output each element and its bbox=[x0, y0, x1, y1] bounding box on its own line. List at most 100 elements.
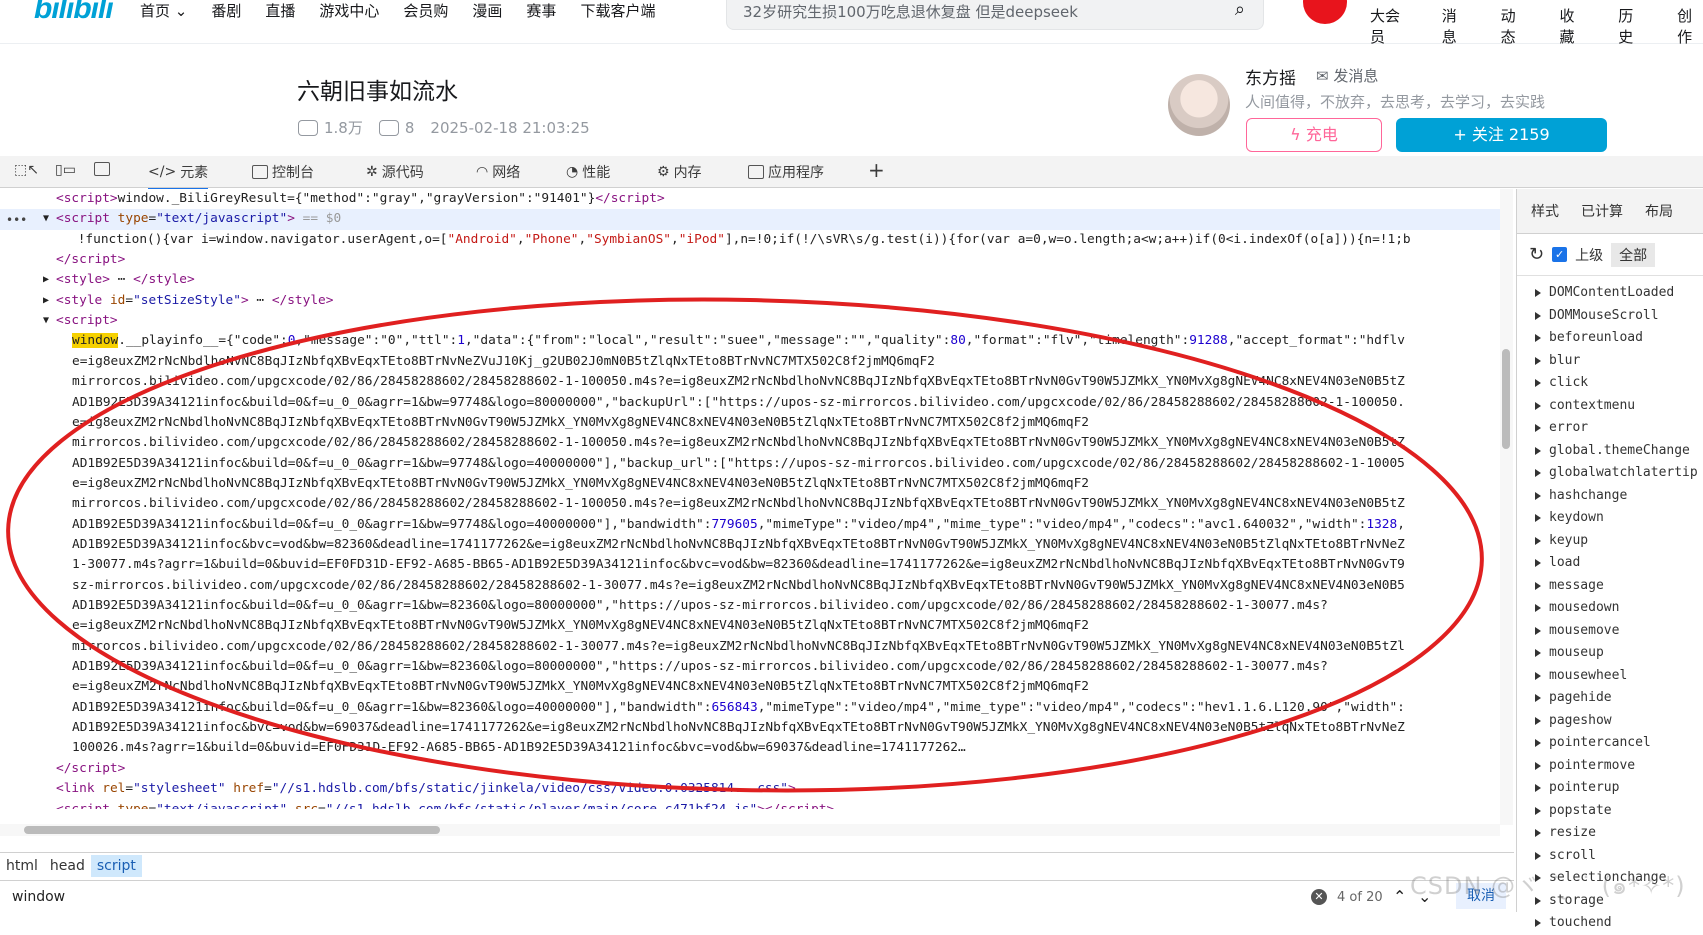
event-listener-item[interactable]: mouseup bbox=[1517, 642, 1703, 665]
dom-node-line[interactable]: sz-mirrorcos.bilivideo.com/upgcxcode/02/… bbox=[0, 576, 1500, 596]
tab-memory[interactable]: ⚙ 内存 bbox=[657, 162, 702, 182]
prev-match-icon[interactable]: ⌃ bbox=[1393, 887, 1406, 906]
user-avatar[interactable] bbox=[1303, 0, 1347, 24]
event-listener-item[interactable]: popstate bbox=[1517, 800, 1703, 823]
crumb-html[interactable]: html bbox=[0, 855, 44, 877]
charge-button[interactable]: ϟ 充电 bbox=[1246, 118, 1382, 152]
nav-link[interactable]: 会员购 bbox=[403, 0, 448, 21]
event-listener-item[interactable]: mousemove bbox=[1517, 620, 1703, 643]
nav-right-link[interactable]: 动态 bbox=[1501, 5, 1527, 47]
dom-node-line[interactable]: e=ig8euxZM2rNcNbdlhoNvNC8BqJIzNbfqXBvEqx… bbox=[0, 474, 1500, 494]
dom-node-line[interactable]: <script type="text/javascript" src="//s1… bbox=[0, 800, 1500, 810]
event-listener-item[interactable]: pageshow bbox=[1517, 710, 1703, 733]
dom-node-line[interactable]: window.__playinfo__={"code":0,"message":… bbox=[0, 331, 1500, 351]
nav-link[interactable]: 首页 ⌄ bbox=[140, 0, 187, 21]
dom-node-line[interactable]: !function(){var i=window.navigator.userA… bbox=[0, 230, 1500, 250]
clear-icon[interactable]: ✕ bbox=[1311, 889, 1327, 905]
dom-node-line[interactable]: AD1B92E5D39A34121infoc&build=0&f=u_0_0&a… bbox=[0, 596, 1500, 616]
event-listener-item[interactable]: touchend bbox=[1517, 912, 1703, 935]
event-listener-item[interactable]: DOMContentLoaded bbox=[1517, 282, 1703, 305]
dom-node-line[interactable]: AD1B92E5D39A34121infoc&build=0&f=u_0_0&a… bbox=[0, 454, 1500, 474]
event-listener-item[interactable]: DOMMouseScroll bbox=[1517, 305, 1703, 328]
dom-node-line[interactable]: <script type="text/javascript"> == $0 bbox=[0, 209, 1500, 230]
event-listener-item[interactable]: pointercancel bbox=[1517, 732, 1703, 755]
event-listener-item[interactable]: error bbox=[1517, 417, 1703, 440]
expand-arrow-icon[interactable]: ▼ bbox=[43, 209, 57, 229]
refresh-icon[interactable]: ↻ bbox=[1529, 244, 1544, 265]
dom-node-line[interactable]: e=ig8euxZM2rNcNbdlhoNvNC8BqJIzNbfqXBvEqx… bbox=[0, 616, 1500, 636]
dom-node-line[interactable]: </script> bbox=[0, 250, 1500, 270]
dom-node-line[interactable]: AD1B92E5D39A34121infoc&bvc=vod&bw=69037&… bbox=[0, 718, 1500, 738]
nav-right-link[interactable]: 消息 bbox=[1442, 5, 1468, 47]
dom-node-line[interactable]: <script>window._BiliGreyResult={"method"… bbox=[0, 189, 1500, 209]
tab-computed[interactable]: 已计算 bbox=[1581, 201, 1623, 221]
search-box[interactable]: 32岁研究生损100万吃息退休复盘 但是deepseek ⌕ bbox=[726, 0, 1264, 30]
nav-link[interactable]: 漫画 bbox=[472, 0, 502, 21]
dom-node-line[interactable]: mirrorcos.bilivideo.com/upgcxcode/02/86/… bbox=[0, 637, 1500, 657]
dom-node-line[interactable]: <link rel="stylesheet" href="//s1.hdslb.… bbox=[0, 779, 1500, 799]
dock-icon[interactable] bbox=[94, 162, 110, 176]
dom-node-line[interactable]: <script> bbox=[0, 311, 1500, 331]
nav-right-link[interactable]: 收藏 bbox=[1559, 5, 1585, 47]
scroll-thumb[interactable] bbox=[1502, 349, 1510, 449]
dom-node-line[interactable]: AD1B92E5D39A34121infoc&build=0&f=u_0_0&a… bbox=[0, 515, 1500, 535]
nav-right-link[interactable]: 创作 bbox=[1677, 5, 1703, 47]
dom-node-line[interactable]: e=ig8euxZM2rNcNbdlhoNvNC8BqJIzNbfqXBvEqx… bbox=[0, 413, 1500, 433]
event-listener-item[interactable]: load bbox=[1517, 552, 1703, 575]
device-toggle-icon[interactable]: ▯▭ bbox=[55, 162, 76, 178]
inspect-icon[interactable]: ⬚↖ bbox=[14, 162, 39, 178]
dom-node-line[interactable]: <style> ⋯ </style> bbox=[0, 270, 1500, 290]
crumb-head[interactable]: head bbox=[44, 855, 91, 877]
event-listener-item[interactable]: global.themeChange bbox=[1517, 440, 1703, 463]
more-options-icon[interactable]: ••• bbox=[6, 213, 27, 227]
elements-tree[interactable]: <script>window._BiliGreyResult={"method"… bbox=[0, 189, 1500, 809]
dom-node-line[interactable]: AD1B92E5D39A34121infoc&bvc=vod&bw=82360&… bbox=[0, 535, 1500, 555]
search-input[interactable]: 32岁研究生损100万吃息退休复盘 但是deepseek bbox=[743, 1, 1078, 22]
event-listener-item[interactable]: blur bbox=[1517, 350, 1703, 373]
search-icon[interactable]: ⌕ bbox=[1235, 0, 1245, 20]
filter-select[interactable]: 全部 bbox=[1611, 242, 1656, 267]
event-listener-item[interactable]: hashchange bbox=[1517, 485, 1703, 508]
dom-node-line[interactable]: mirrorcos.bilivideo.com/upgcxcode/02/86/… bbox=[0, 494, 1500, 514]
tab-sources[interactable]: ✲ 源代码 bbox=[366, 162, 424, 182]
uploader-avatar[interactable] bbox=[1168, 74, 1230, 136]
add-tab-icon[interactable]: + bbox=[868, 158, 885, 182]
dom-node-line[interactable]: e=ig8euxZM2rNcNbdlhoNvNC8BqJIzNbfqXBvEqx… bbox=[0, 677, 1500, 697]
nav-link[interactable]: 直播 bbox=[265, 0, 295, 21]
nav-link[interactable]: 赛事 bbox=[526, 0, 556, 21]
find-input[interactable]: window bbox=[12, 889, 65, 905]
tab-elements[interactable]: </> 元素 bbox=[148, 162, 209, 190]
dom-node-line[interactable]: 1-30077.m4s?agrr=1&build=0&buvid=EF0FD31… bbox=[0, 555, 1500, 575]
event-listener-item[interactable]: keyup bbox=[1517, 530, 1703, 553]
nav-right-link[interactable]: 大会员 bbox=[1370, 5, 1409, 47]
vertical-scrollbar[interactable] bbox=[1500, 189, 1513, 825]
nav-link[interactable]: 番剧 bbox=[211, 0, 241, 21]
event-listener-item[interactable]: keydown bbox=[1517, 507, 1703, 530]
event-listener-item[interactable]: globalwatchlatertip bbox=[1517, 462, 1703, 485]
dom-node-line[interactable]: mirrorcos.bilivideo.com/upgcxcode/02/86/… bbox=[0, 372, 1500, 392]
dom-node-line[interactable]: AD1B92E5D39A34121infoc&build=0&f=u_0_0&a… bbox=[0, 698, 1500, 718]
event-listener-item[interactable]: click bbox=[1517, 372, 1703, 395]
tab-layout[interactable]: 布局 bbox=[1645, 201, 1673, 221]
follow-button[interactable]: + 关注 2159 bbox=[1396, 118, 1607, 152]
event-listener-item[interactable]: pointerup bbox=[1517, 777, 1703, 800]
dom-node-line[interactable]: 100026.m4s?agrr=1&build=0&buvid=EF0FD31D… bbox=[0, 738, 1500, 758]
event-listener-item[interactable]: beforeunload bbox=[1517, 327, 1703, 350]
expand-arrow-icon[interactable]: ▶ bbox=[43, 270, 57, 290]
event-listener-item[interactable]: pagehide bbox=[1517, 687, 1703, 710]
nav-link[interactable]: 下载客户端 bbox=[580, 0, 655, 21]
expand-arrow-icon[interactable]: ▼ bbox=[43, 311, 57, 331]
crumb-script[interactable]: script bbox=[90, 854, 142, 877]
event-listener-item[interactable]: scroll bbox=[1517, 845, 1703, 868]
nav-right-link[interactable]: 历史 bbox=[1618, 5, 1644, 47]
dom-node-line[interactable]: AD1B92E5D39A34121infoc&build=0&f=u_0_0&a… bbox=[0, 657, 1500, 677]
tab-console[interactable]: 控制台 bbox=[252, 162, 314, 182]
uploader-name[interactable]: 东方摇 bbox=[1245, 64, 1296, 89]
dom-node-line[interactable]: AD1B92E5D39A34121infoc&build=0&f=u_0_0&a… bbox=[0, 393, 1500, 413]
event-listener-item[interactable]: contextmenu bbox=[1517, 395, 1703, 418]
tab-application[interactable]: 应用程序 bbox=[748, 162, 824, 182]
nav-link[interactable]: 游戏中心 bbox=[319, 0, 379, 21]
event-listener-item[interactable]: mousedown bbox=[1517, 597, 1703, 620]
expand-arrow-icon[interactable]: ▶ bbox=[43, 291, 57, 311]
scroll-thumb-h[interactable] bbox=[24, 826, 440, 834]
